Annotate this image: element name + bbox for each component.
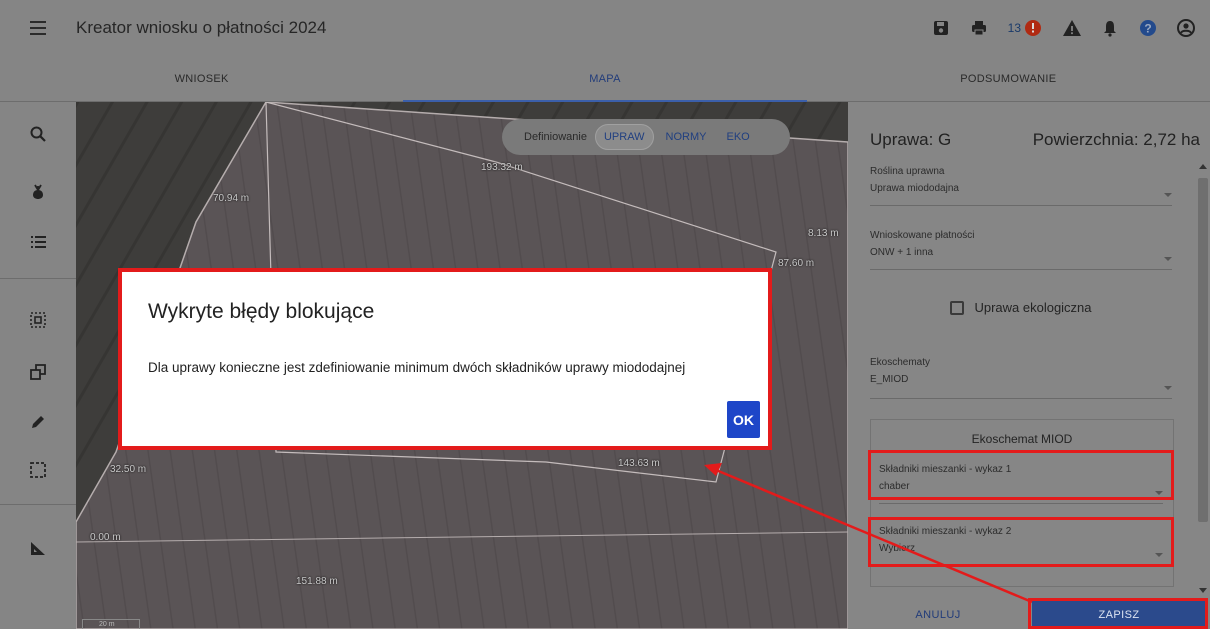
dialog-message: Dla uprawy konieczne jest zdefiniowanie …	[148, 360, 686, 375]
warning-icon[interactable]	[1056, 12, 1088, 44]
copy-shape-icon	[30, 364, 46, 380]
organic-checkbox-label: Uprawa ekologiczna	[974, 300, 1092, 315]
error-count: 13	[1007, 21, 1021, 35]
print-icon[interactable]	[963, 12, 995, 44]
ecoschemes-select-value: E_MIOD	[870, 374, 909, 385]
highlight-save-button	[1028, 598, 1208, 629]
ecoschemes-select-label: Ekoschematy	[870, 357, 931, 368]
mode-label: Definiowanie	[524, 131, 587, 143]
map-measure-label: 143.63 m	[618, 458, 660, 469]
error-icon	[1025, 20, 1041, 36]
mode-normy-button[interactable]: NORMY	[658, 125, 715, 149]
scroll-up-arrow[interactable]	[1199, 164, 1207, 169]
dashed-select-icon	[30, 462, 46, 478]
definition-mode-switch: Definiowanie UPRAW NORMY EKO	[502, 119, 790, 155]
menu-button[interactable]	[0, 0, 76, 56]
mode-upraw-button[interactable]: UPRAW	[594, 124, 654, 150]
chevron-down-icon	[1164, 386, 1172, 390]
app-title: Kreator wniosku o płatności 2024	[76, 18, 327, 37]
map-measure-label: 87.60 m	[778, 258, 815, 269]
list-icon	[31, 236, 46, 248]
ecoschemes-select[interactable]: Ekoschematy E_MIOD	[870, 357, 1172, 399]
map-measure-label: 32.50 m	[110, 464, 147, 475]
select-area-tool[interactable]	[0, 300, 76, 340]
edit-tool[interactable]	[0, 402, 76, 442]
chevron-down-icon	[1164, 193, 1172, 197]
blocking-errors-dialog: Wykryte błędy blokujące Dla uprawy konie…	[118, 268, 772, 450]
svg-text:?: ?	[1144, 22, 1151, 36]
organic-checkbox[interactable]	[950, 300, 965, 315]
list-tool[interactable]	[0, 222, 76, 262]
help-icon[interactable]: ?	[1132, 12, 1164, 44]
search-tool[interactable]	[0, 114, 76, 154]
mode-eko-button[interactable]: EKO	[718, 125, 757, 149]
payments-select-value: ONW + 1 inna	[870, 247, 934, 258]
map-measure-label: 70.94 m	[213, 193, 250, 204]
organic-checkbox-row[interactable]: Uprawa ekologiczna	[870, 300, 1172, 315]
eko-section-title: Ekoschemat MIOD	[971, 432, 1073, 446]
main-tabs: WNIOSEK MAPA PODSUMOWANIE	[0, 56, 1210, 102]
account-icon[interactable]	[1170, 12, 1202, 44]
map-measure-label: 151.88 m	[296, 576, 338, 587]
dashed-select-tool[interactable]	[0, 450, 76, 490]
highlight-mix-list-1	[868, 450, 1174, 500]
tab-wniosek[interactable]: WNIOSEK	[0, 56, 403, 101]
map-toolbar	[0, 102, 76, 629]
map-scale: 20 m	[82, 619, 140, 629]
error-notifications[interactable]: 13	[1008, 18, 1043, 38]
payments-select-label: Wnioskowane płatności	[870, 230, 975, 241]
ok-button[interactable]: OK	[727, 401, 760, 438]
panel-header: Uprawa: G Powierzchnia: 2,72 ha	[870, 130, 1200, 150]
scroll-down-arrow[interactable]	[1199, 588, 1207, 593]
save-icon[interactable]	[925, 12, 957, 44]
panel-scrollbar[interactable]	[1198, 178, 1208, 522]
plant-icon	[33, 184, 43, 199]
app-header: Kreator wniosku o płatności 2024 13 ?	[0, 0, 1210, 56]
measure-icon	[31, 542, 45, 555]
highlight-mix-list-2	[868, 517, 1174, 567]
select-area-icon	[30, 312, 46, 328]
area-label: Powierzchnia: 2,72 ha	[1032, 130, 1200, 149]
bell-icon[interactable]	[1094, 12, 1126, 44]
tab-podsumowanie[interactable]: PODSUMOWANIE	[807, 56, 1210, 101]
plant-select[interactable]: Roślina uprawna Uprawa miododajna	[870, 166, 1172, 206]
measure-tool[interactable]	[0, 528, 76, 568]
map-measure-label: 193.32 m	[481, 162, 523, 173]
plant-select-value: Uprawa miododajna	[870, 183, 959, 194]
copy-shape-tool[interactable]	[0, 352, 76, 392]
plant-select-label: Roślina uprawna	[870, 166, 945, 177]
payments-select[interactable]: Wnioskowane płatności ONW + 1 inna	[870, 230, 1172, 270]
search-icon	[30, 126, 46, 142]
map-measure-label: 8.13 m	[808, 228, 839, 239]
crop-label: Uprawa: G	[870, 130, 952, 149]
plant-tool[interactable]	[0, 172, 76, 212]
chevron-down-icon	[1164, 257, 1172, 261]
cancel-button[interactable]: ANULUJ	[848, 600, 1028, 629]
tab-mapa[interactable]: MAPA	[403, 56, 807, 102]
hamburger-icon	[30, 19, 46, 37]
dialog-title: Wykryte błędy blokujące	[148, 300, 375, 323]
edit-pencil-icon	[32, 416, 44, 428]
map-measure-label: 0.00 m	[90, 532, 121, 543]
